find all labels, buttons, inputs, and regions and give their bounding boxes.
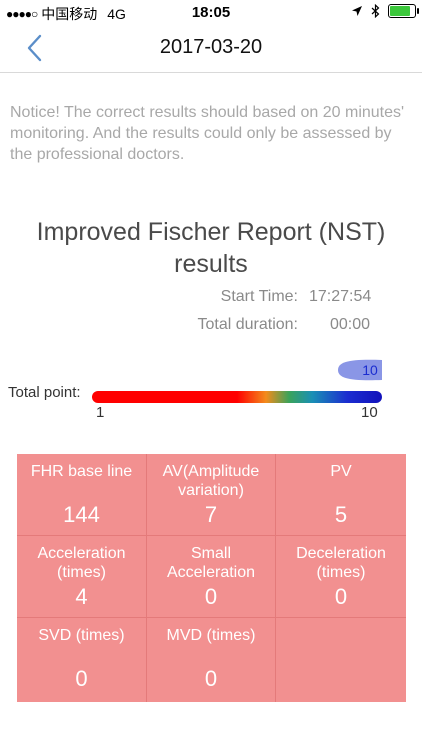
status-bar: ●●●●○ 中国移动 4G 18:05 [0, 0, 422, 24]
location-arrow-icon [352, 6, 362, 16]
battery-cap [417, 8, 419, 14]
metric-cell [276, 618, 406, 702]
metric-cell: FHR base line 144 [17, 454, 147, 536]
metric-cell: Deceleration (times) 0 [276, 536, 406, 618]
metric-cell: Small Acceleration 0 [147, 536, 276, 618]
metrics-table: FHR base line 144 AV(Amplitude variation) 7… [17, 454, 406, 702]
metric-label: SVD (times) [38, 627, 125, 644]
duration-row: Total duration: 00:00 [0, 316, 422, 336]
start-time-value: 17:27:54 [309, 288, 372, 305]
metric-label: MVD (times) [166, 627, 256, 644]
metric-cell: AV(Amplitude variation) 7 [147, 454, 276, 536]
duration-label: Total duration: [197, 316, 298, 333]
scale-min-label: 1 [96, 404, 105, 421]
metric-label: FHR base line [30, 463, 133, 480]
metric-cell: PV 5 [276, 454, 406, 536]
metric-cell: SVD (times) 0 [17, 618, 147, 702]
page-title: 2017-03-20 [159, 36, 263, 58]
metric-label: Deceleration (times) [296, 545, 386, 581]
metric-value: 144 [63, 502, 100, 527]
metric-value: 7 [204, 502, 218, 527]
report-title: Improved Fischer Report (NST) results [36, 218, 386, 278]
metric-cell: MVD (times) 0 [147, 618, 276, 702]
metric-label: Small Acceleration [166, 545, 256, 581]
bluetooth-icon [371, 4, 380, 18]
start-time-row: Start Time: 17:27:54 [0, 288, 422, 308]
score-gradient-bar [92, 391, 382, 403]
metric-value: 4 [75, 584, 88, 609]
navigation-bar: 2017-03-20 [0, 24, 422, 73]
score-marker: 10 [338, 359, 382, 381]
metric-value: 5 [334, 502, 348, 527]
chevron-left-icon [27, 34, 42, 62]
battery-icon [388, 4, 419, 18]
back-button[interactable] [20, 32, 50, 64]
duration-value: 00:00 [330, 316, 371, 333]
notice-text: Notice! The correct results should based… [10, 104, 405, 163]
scale-max-label: 10 [361, 404, 378, 421]
status-right [351, 4, 419, 18]
metric-label: PV [330, 463, 352, 480]
battery-fill [390, 6, 410, 16]
score-marker-label: 10 [362, 362, 378, 378]
metric-label: AV(Amplitude variation) [162, 463, 260, 499]
metric-value: 0 [204, 666, 218, 691]
metric-value: 0 [75, 666, 88, 691]
metric-cell: Acceleration (times) 4 [17, 536, 147, 618]
start-time-label: Start Time: [220, 288, 298, 305]
metric-label: Acceleration (times) [37, 545, 126, 581]
metric-value: 0 [204, 584, 218, 609]
total-point-label: Total point: [8, 384, 81, 401]
metric-value: 0 [334, 584, 348, 609]
